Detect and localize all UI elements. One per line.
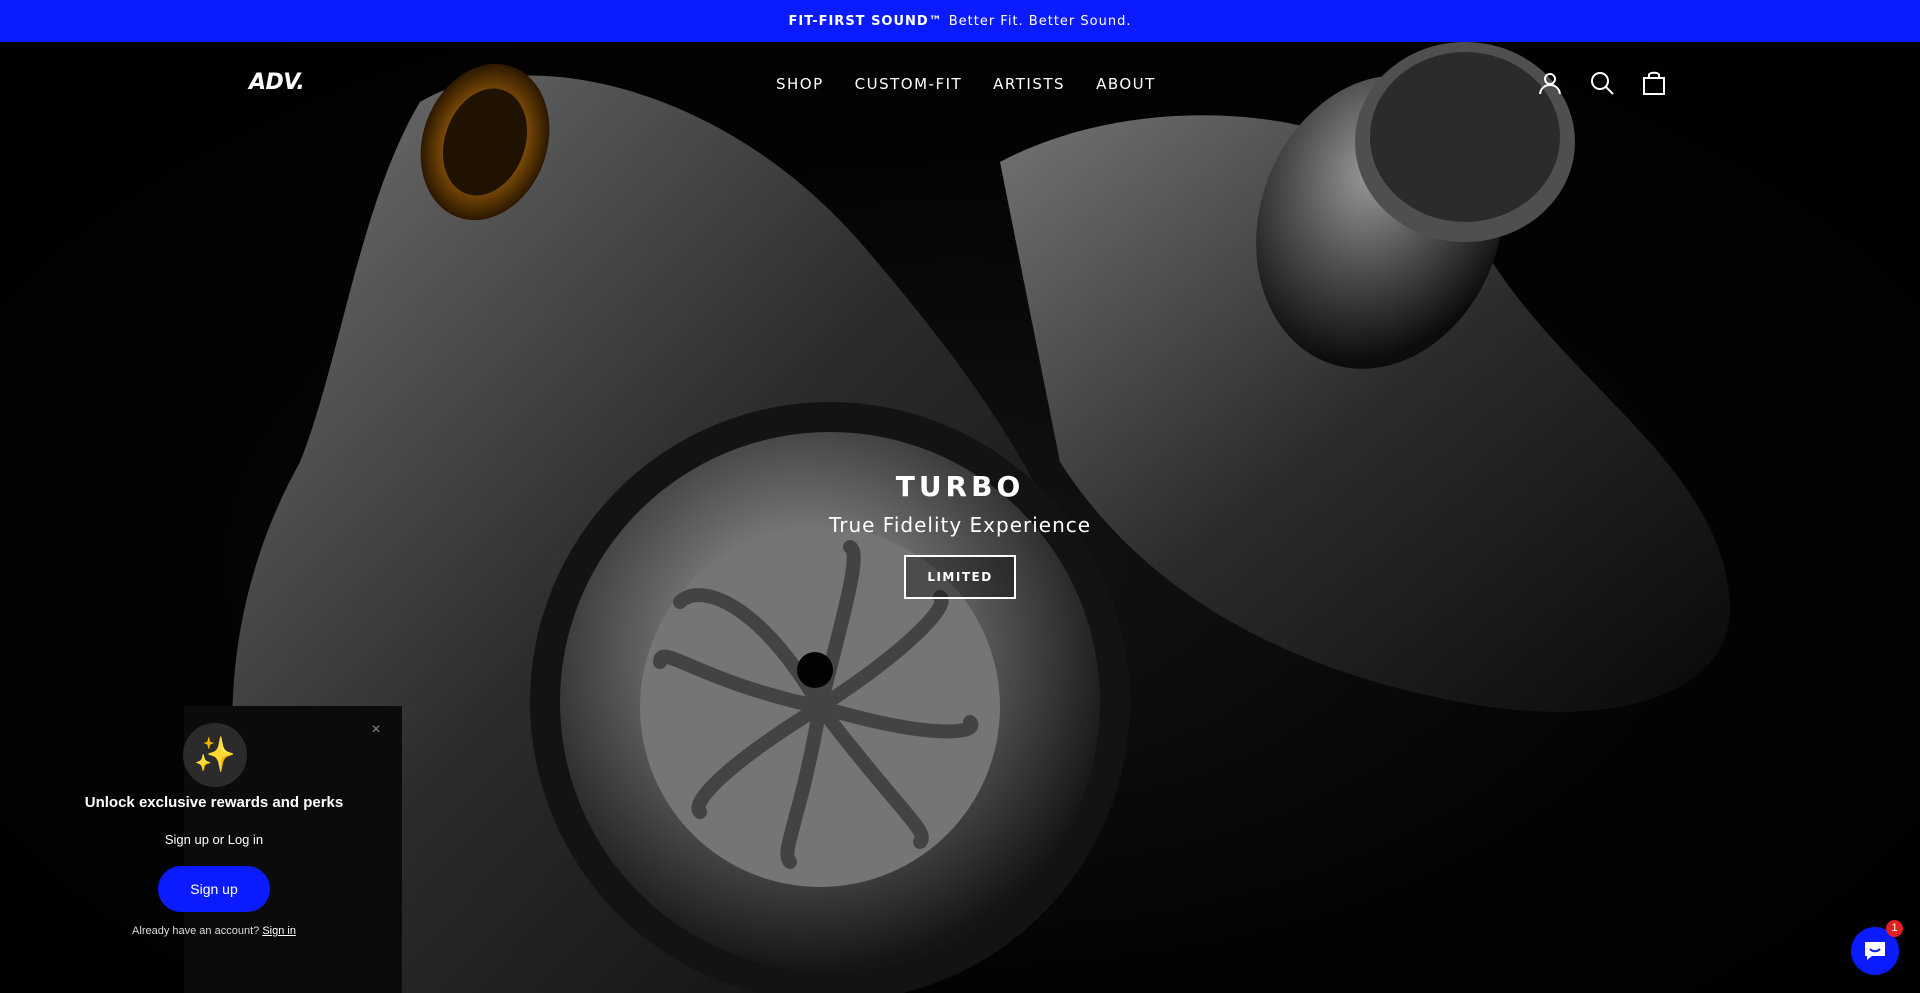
limited-button[interactable]: LIMITED — [904, 555, 1016, 599]
close-icon[interactable]: × — [368, 722, 384, 738]
popup-footer: Already have an account? Sign in — [0, 925, 428, 937]
rewards-popup: × ✨ Unlock exclusive rewards and perks S… — [0, 706, 402, 993]
main-nav: SHOP CUSTOM-FIT ARTISTS ABOUT — [776, 75, 1156, 93]
sign-in-link[interactable]: Sign in — [262, 925, 296, 937]
search-icon[interactable] — [1589, 70, 1615, 96]
chat-icon — [1865, 942, 1885, 960]
nav-about[interactable]: ABOUT — [1096, 75, 1156, 93]
popup-subtitle: Sign up or Log in — [164, 832, 264, 847]
header-icons — [1537, 70, 1667, 96]
site-header: ADV. SHOP CUSTOM-FIT ARTISTS ABOUT — [0, 42, 1920, 126]
announcement-bold: FIT-FIRST SOUND™ — [788, 13, 943, 29]
site-logo[interactable]: ADV. — [249, 70, 305, 95]
popup-footer-text: Already have an account? — [132, 925, 260, 937]
nav-custom-fit[interactable]: CUSTOM-FIT — [855, 75, 963, 93]
account-icon[interactable] — [1537, 70, 1563, 96]
chat-badge: 1 — [1886, 920, 1903, 937]
hero-content: TURBO True Fidelity Experience LIMITED — [0, 470, 1920, 599]
sign-up-button[interactable]: Sign up — [158, 866, 270, 912]
announcement-text: Better Fit. Better Sound. — [948, 13, 1132, 29]
cart-icon[interactable] — [1641, 70, 1667, 96]
popup-title: Unlock exclusive rewards and perks — [84, 794, 344, 811]
hero-title: TURBO — [895, 470, 1025, 503]
nav-shop[interactable]: SHOP — [776, 75, 824, 93]
sparkles-icon: ✨ — [183, 723, 247, 787]
nav-artists[interactable]: ARTISTS — [993, 75, 1065, 93]
announcement-bar: FIT-FIRST SOUND™ Better Fit. Better Soun… — [0, 0, 1920, 42]
hero-subtitle: True Fidelity Experience — [828, 513, 1092, 537]
